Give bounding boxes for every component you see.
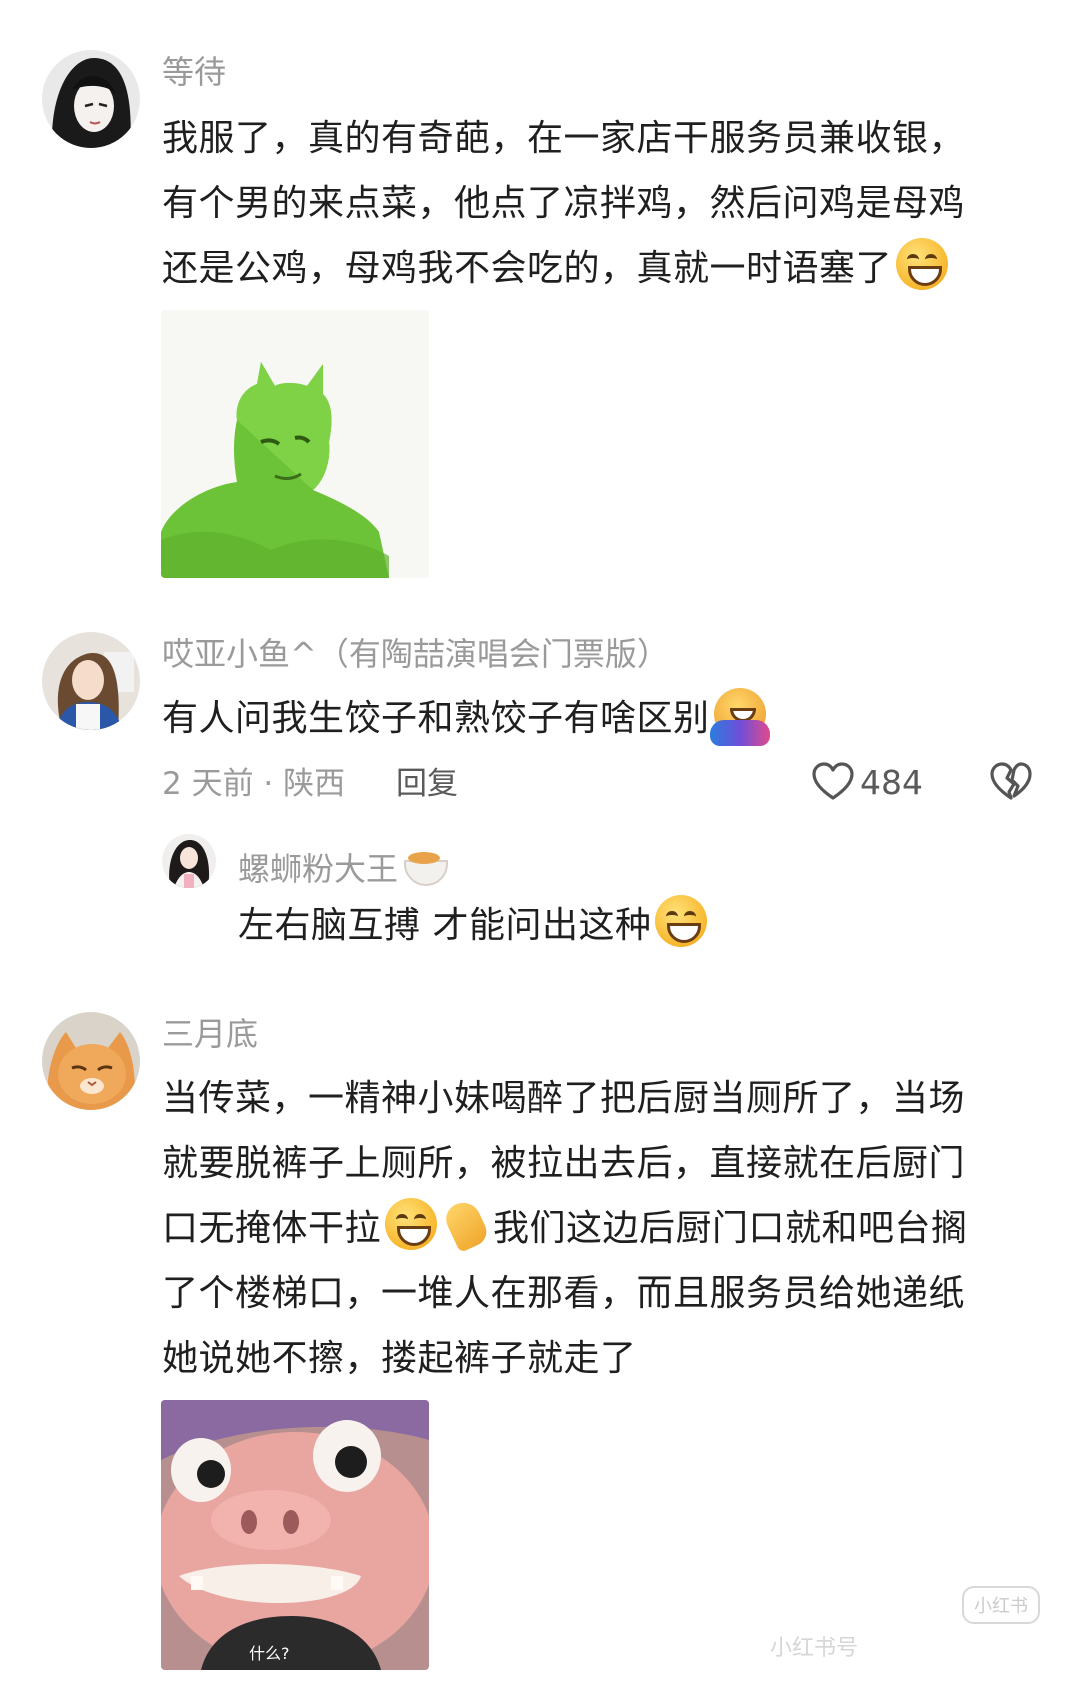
heart-icon [812,762,854,800]
watermark-text: 小红书号 [770,1636,859,1661]
comment-text: 有人问我生饺子和熟饺子有啥区别 [162,686,770,751]
comment-username[interactable]: 等待 [162,52,226,92]
pig-cartoon-meme-sticker[interactable]: 什么? [161,1400,429,1670]
grin-emoji [385,1198,438,1250]
grin-emoji [896,238,949,290]
comment-text: 当传菜，一精神小妹喝醉了把后厨当厕所了，当场 就要脱裤子上厕所，被拉出去后，直接… [162,1078,968,1379]
user-avatar[interactable] [42,632,140,730]
like-count: 484 [860,762,923,802]
comment-text: 我服了，真的有奇葩，在一家店干服务员兼收银， 有个男的来点菜，他点了凉拌鸡，然后… [162,118,966,290]
reply-button[interactable]: 回复 [396,764,458,804]
dislike-button[interactable] [990,762,1032,802]
like-button[interactable]: 484 [812,762,923,802]
grin-emoji [655,895,708,947]
comment-time-location: 2 天前 · 陕西 [162,766,346,802]
hug-emoji [709,688,770,746]
reply-text: 左右脑互搏 才能问出这种 [238,893,708,958]
reply-username[interactable]: 螺蛳粉大王 [238,842,449,889]
user-avatar[interactable] [42,1012,140,1110]
comment-username[interactable]: 哎亚小鱼^（有陶喆演唱会门票版） [162,634,669,674]
watermark-badge: 小红书 [962,1586,1040,1624]
sticker-caption: 什么? [249,1644,290,1663]
noodle-bowl-emoji [402,842,449,886]
clap-emoji [441,1198,493,1250]
user-avatar[interactable] [162,834,216,888]
broken-heart-icon [990,762,1032,800]
comment-username[interactable]: 三月底 [162,1014,258,1054]
user-avatar[interactable] [42,50,140,148]
green-cartoon-meme-sticker[interactable] [161,310,429,578]
